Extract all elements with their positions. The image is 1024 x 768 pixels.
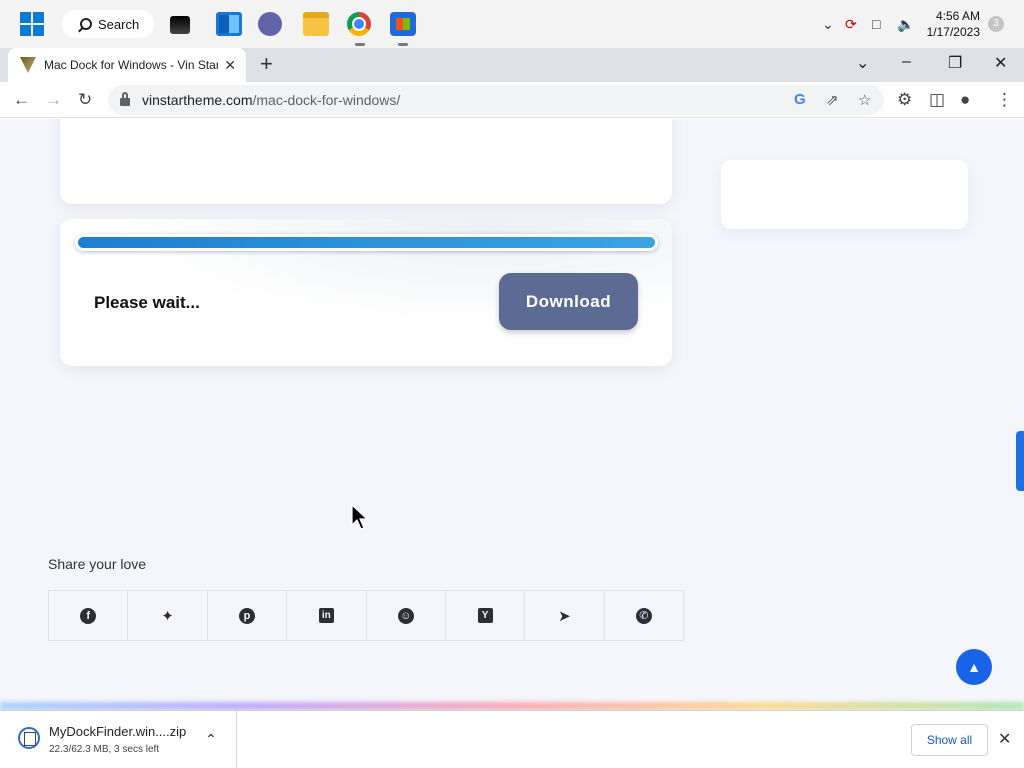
google-lens-icon[interactable]: G [794, 91, 806, 108]
clock-time: 4:56 AM [935, 9, 980, 23]
share-icon[interactable]: ⇗ [826, 91, 839, 109]
share-pinterest-button[interactable]: p [208, 591, 288, 640]
bookmark-star-icon[interactable]: ☆ [858, 91, 871, 109]
new-tab-button[interactable]: + [260, 52, 273, 76]
decorative-gradient-glow [0, 702, 1024, 710]
share-whatsapp-button[interactable]: ✆ [605, 591, 683, 640]
close-window-button[interactable]: ✕ [994, 53, 1007, 73]
sidebar-card [721, 160, 968, 229]
sync-alert-icon[interactable]: ⟳ [845, 16, 857, 33]
chevron-up-icon[interactable]: ⌄ [822, 16, 834, 33]
share-title: Share your love [48, 556, 147, 572]
content-card [60, 119, 672, 204]
hackernews-icon: Y [477, 608, 493, 623]
lock-icon[interactable] [120, 92, 130, 106]
taskbar-search-label: Search [98, 16, 140, 32]
minimize-button[interactable]: – [902, 53, 911, 71]
download-card: Please wait... Download [60, 219, 672, 366]
back-button[interactable]: ← [13, 90, 30, 110]
progress-fill [78, 237, 655, 248]
please-wait-text: Please wait... [94, 293, 200, 312]
facebook-icon: f [80, 607, 97, 624]
reload-button[interactable]: ↻ [78, 90, 92, 110]
download-progress-bar [75, 234, 658, 251]
whatsapp-icon: ✆ [635, 607, 652, 624]
chevron-up-icon[interactable]: ⌃ [205, 731, 217, 748]
web-page: Please wait... Download Share your love … [0, 119, 1024, 710]
widgets-icon[interactable] [216, 12, 242, 36]
download-shelf: MyDockFinder.win....zip 22.3/62.3 MB, 3 … [0, 710, 1024, 768]
browser-toolbar: ← → ↻ vinstartheme.com/mac-dock-for-wind… [0, 82, 1024, 118]
taskbar-clock[interactable]: 4:56 AM 1/17/2023 [927, 8, 980, 40]
pinterest-icon: p [238, 607, 255, 624]
scroll-to-top-rocket-button[interactable]: ▲ [956, 649, 992, 685]
microsoft-store-icon[interactable] [390, 12, 416, 46]
mouse-cursor-icon [351, 503, 369, 530]
reddit-icon: ☺ [397, 607, 414, 624]
address-bar[interactable]: vinstartheme.com/mac-dock-for-windows/ G… [108, 85, 884, 115]
linkedin-icon: in [318, 608, 334, 623]
share-linkedin-button[interactable]: in [287, 591, 367, 640]
url-path: /mac-dock-for-windows/ [252, 92, 401, 108]
floating-side-tab[interactable] [1016, 431, 1024, 491]
share-twitter-button[interactable]: ✦ [128, 591, 208, 640]
volume-icon[interactable]: 🔈 [897, 16, 914, 33]
browser-tab[interactable]: Mac Dock for Windows - Vin Star ✕ [8, 48, 246, 82]
menu-kebab-icon[interactable]: ⋮ [996, 90, 1013, 110]
download-file-name: MyDockFinder.win....zip [49, 724, 187, 739]
file-explorer-icon[interactable] [303, 12, 329, 36]
task-view-icon[interactable] [170, 16, 190, 34]
close-tab-icon[interactable]: ✕ [224, 57, 236, 74]
notification-badge[interactable]: 3 [988, 16, 1004, 32]
search-icon [80, 18, 92, 30]
download-item[interactable]: MyDockFinder.win....zip 22.3/62.3 MB, 3 … [0, 711, 237, 768]
taskbar: Search ⌄ ⟳ □ 🔈 4:56 AM 1/17/2023 3 [0, 0, 1024, 48]
restore-button[interactable]: ❐ [948, 53, 962, 73]
download-button[interactable]: Download [499, 273, 638, 330]
zip-file-icon [18, 727, 40, 749]
network-icon[interactable]: □ [872, 16, 880, 32]
url-host: vinstartheme.com [142, 92, 253, 108]
forward-button[interactable]: → [45, 90, 62, 110]
extensions-icon[interactable]: ⚙ [897, 90, 912, 110]
taskbar-search-button[interactable]: Search [62, 10, 154, 38]
share-telegram-button[interactable]: ➤ [525, 591, 605, 640]
tab-title: Mac Dock for Windows - Vin Star [44, 58, 218, 72]
site-favicon-icon [20, 57, 36, 73]
show-all-button[interactable]: Show all [911, 724, 988, 756]
profile-avatar-icon[interactable]: ● [960, 90, 970, 110]
twitter-icon: ✦ [161, 607, 174, 625]
clock-date: 1/17/2023 [926, 25, 980, 39]
share-buttons-row: f ✦ p in ☺ Y ➤ ✆ [48, 590, 684, 641]
close-shelf-icon[interactable]: ✕ [998, 729, 1011, 749]
side-panel-icon[interactable]: ◫ [929, 90, 945, 110]
share-hackernews-button[interactable]: Y [446, 591, 526, 640]
telegram-icon: ➤ [558, 607, 571, 625]
chrome-icon[interactable] [347, 12, 371, 46]
tab-search-chevron-icon[interactable]: ⌄ [856, 53, 869, 73]
browser-tabstrip: Mac Dock for Windows - Vin Star ✕ + ⌄ – … [0, 48, 1024, 82]
windows-start-icon[interactable] [20, 12, 44, 36]
share-reddit-button[interactable]: ☺ [367, 591, 446, 640]
download-status: 22.3/62.3 MB, 3 secs left [49, 744, 160, 755]
teams-chat-icon[interactable] [258, 12, 282, 36]
share-facebook-button[interactable]: f [49, 591, 129, 640]
